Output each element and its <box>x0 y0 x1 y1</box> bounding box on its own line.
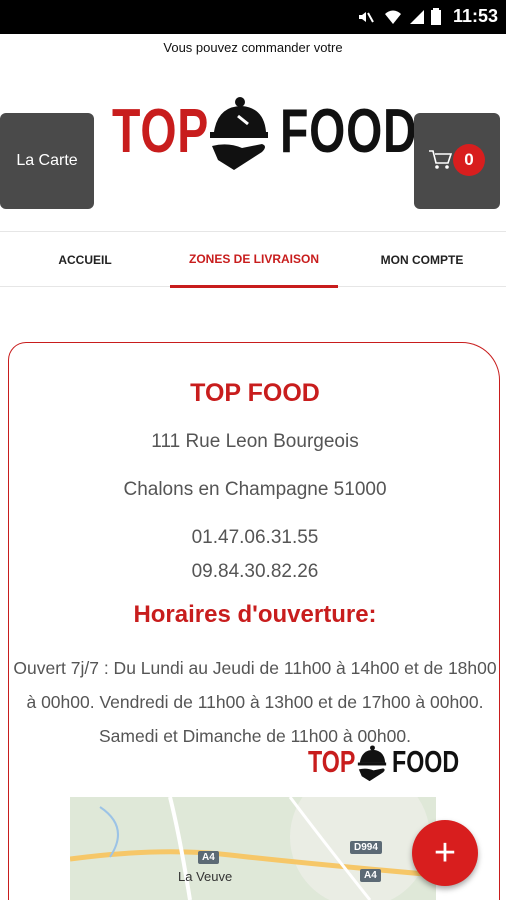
main-nav: ACCUEIL ZONES DE LIVRAISON MON COMPTE <box>0 231 506 288</box>
watermark-food-text: FOOD <box>392 744 460 779</box>
map-place-label: La Veuve <box>178 869 233 884</box>
restaurant-name: TOP FOOD <box>190 379 320 407</box>
battery-icon <box>430 8 442 30</box>
top-food-logo[interactable]: TOP FOOD <box>112 94 417 176</box>
logo-food-text: FOOD <box>280 97 418 166</box>
cart-icon <box>428 149 453 176</box>
mute-icon <box>356 8 374 30</box>
cloche-hand-icon <box>210 97 268 170</box>
road-tag-d994: D994 <box>350 841 382 854</box>
road-tag-a4-left: A4 <box>198 851 219 864</box>
add-fab-button[interactable]: + <box>412 820 478 886</box>
road-tag-a4-right: A4 <box>360 869 381 882</box>
opening-hours-text: Ouvert 7j/7 : Du Lundi au Jeudi de 11h00… <box>13 658 497 746</box>
cloche-hand-small-icon <box>357 745 387 782</box>
la-carte-button[interactable]: La Carte <box>0 113 94 209</box>
wifi-icon <box>384 8 402 30</box>
phone-2[interactable]: 09.84.30.82.26 <box>9 561 501 583</box>
logo-top-text: TOP <box>112 97 210 166</box>
tab-accueil[interactable]: ACCUEIL <box>0 232 170 288</box>
city-address: Chalons en Champagne 51000 <box>123 479 387 500</box>
status-bar: 11:53 <box>0 0 506 34</box>
scrolling-banner: Vous pouvez commander votre <box>163 40 343 55</box>
watermark-logo: TOP FOOD <box>308 744 459 784</box>
tab-zones-de-livraison[interactable]: ZONES DE LIVRAISON <box>170 232 338 288</box>
cart-button[interactable]: 0 <box>414 113 500 209</box>
phone-1[interactable]: 01.47.06.31.55 <box>9 527 501 549</box>
tab-mon-compte[interactable]: MON COMPTE <box>338 232 506 288</box>
delivery-map[interactable]: A4 D994 A4 La Veuve <box>70 797 436 900</box>
cart-count-badge: 0 <box>453 144 485 176</box>
watermark-top-text: TOP <box>308 744 356 779</box>
street-address: 111 Rue Leon Bourgeois <box>151 431 359 452</box>
opening-hours-title: Horaires d'ouverture: <box>133 601 377 628</box>
signal-icon <box>408 8 426 30</box>
clock: 11:53 <box>452 6 498 26</box>
